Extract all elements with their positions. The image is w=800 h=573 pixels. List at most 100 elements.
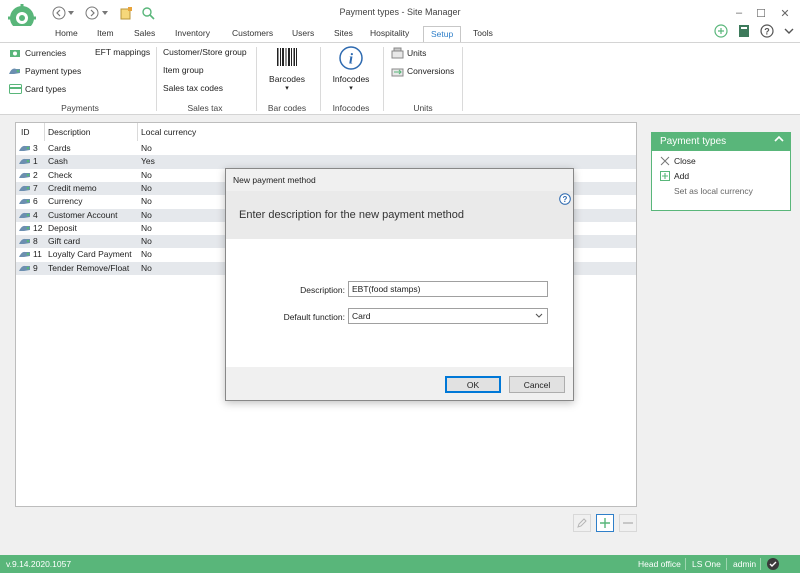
tab-tools[interactable]: Tools [473,28,493,38]
close-window-button[interactable]: ✕ [776,5,794,21]
cell-local-currency: No [141,249,152,260]
ok-button[interactable]: OK [445,376,501,393]
conversions-icon [390,65,404,77]
conversions-button[interactable]: Conversions [390,65,454,77]
panel-close-link[interactable]: Close [660,156,696,166]
payment-type-icon [19,265,30,271]
maximize-button[interactable]: ☐ [752,5,770,21]
minus-icon [623,522,633,524]
column-header-description[interactable]: Description [48,127,91,137]
tab-customers[interactable]: Customers [232,28,273,38]
user-text: admin [733,559,757,569]
dialog-header: Enter description for the new payment me… [226,191,573,239]
add-button[interactable] [596,514,614,532]
delete-button[interactable] [619,514,637,532]
barcodes-dropdown-icon: ▾ [285,85,289,92]
tab-users[interactable]: Users [292,28,314,38]
infocodes-button[interactable]: i Infocodes ▾ [326,46,376,92]
barcode-icon [262,46,312,70]
payment-type-icon [19,172,30,178]
cell-id: 7 [33,182,38,193]
cell-id: 9 [33,262,38,273]
payment-types-label: Payment types [25,66,82,76]
cell-id: 1 [33,156,38,167]
cell-id: 2 [33,169,38,180]
group-label-sales-tax: Sales tax [187,103,223,113]
cell-id: 11 [33,249,42,260]
column-separator [137,123,138,141]
infocodes-label: Infocodes [332,74,370,84]
tab-inventory[interactable]: Inventory [175,28,210,38]
tab-sales[interactable]: Sales [134,28,155,38]
panel-add-label: Add [674,171,690,181]
cell-description: Customer Account [48,209,118,220]
cell-local-currency: No [141,262,152,273]
cell-description: Credit memo [48,182,97,193]
svg-text:i: i [349,52,354,68]
panel-set-local-link[interactable]: Set as local currency [674,186,753,196]
item-group-button[interactable]: Item group [163,65,204,75]
currencies-button[interactable]: Currencies [8,47,66,59]
cell-local-currency: No [141,236,152,247]
ribbon-separator [156,47,157,111]
column-header-local-currency[interactable]: Local currency [141,127,196,137]
help-icon[interactable]: ? [759,23,775,39]
payment-type-icon [19,252,30,258]
payment-type-icon [19,159,30,165]
table-row[interactable]: 1 Cash Yes [16,155,636,169]
cancel-button[interactable]: Cancel [509,376,565,393]
cell-description: Cards [48,143,71,153]
tab-setup[interactable]: Setup [423,26,462,42]
ribbon-separator [320,47,321,111]
cell-local-currency: No [141,169,152,180]
ribbon-separator [383,47,384,111]
tab-sites[interactable]: Sites [334,28,353,38]
collapse-ribbon-icon[interactable] [781,23,797,39]
barcodes-button[interactable]: Barcodes ▾ [262,46,312,92]
card-types-icon [8,83,22,95]
tab-home[interactable]: Home [55,28,78,38]
ribbon-separator [256,47,257,111]
customer-store-group-button[interactable]: Customer/Store group [163,47,247,57]
minimize-button[interactable]: – [730,5,748,21]
sales-tax-codes-button[interactable]: Sales tax codes [163,83,223,93]
table-row[interactable]: 3 Cards No [16,142,636,155]
payment-type-icon [19,145,30,151]
book-icon[interactable] [736,23,752,39]
default-function-select[interactable]: Card [348,308,548,324]
dialog-heading: Enter description for the new payment me… [239,209,465,221]
units-label: Units [407,48,427,58]
payment-types-button[interactable]: Payment types [8,65,81,77]
eft-mappings-button[interactable]: EFT mappings [95,47,150,57]
tab-item[interactable]: Item [97,28,114,38]
tab-hospitality[interactable]: Hospitality [370,28,409,38]
panel-add-link[interactable]: Add [660,171,689,181]
description-input[interactable]: EBT(food stamps) [348,281,548,297]
add-circle-icon[interactable] [713,23,729,39]
column-header-id[interactable]: ID [21,127,30,137]
status-separator [685,558,686,570]
edit-button[interactable] [573,514,591,532]
group-label-infocodes: Infocodes [332,103,370,113]
units-button[interactable]: Units [390,47,426,59]
ribbon: Currencies Payment types Card types EFT … [0,42,800,115]
collapse-panel-icon[interactable] [774,135,784,146]
product-text: LS One [692,559,721,569]
panel-header: Payment types [652,133,790,151]
description-label: Description: [300,285,345,295]
location-text: Head office [638,559,681,569]
help-icon[interactable]: ? [559,193,571,205]
svg-text:?: ? [764,27,770,37]
sales-tax-codes-label: Sales tax codes [163,83,224,93]
payment-type-icon [19,199,30,205]
cell-description: Deposit [48,222,77,233]
payment-types-icon [8,65,22,77]
currencies-label: Currencies [25,48,67,58]
payment-type-icon [19,212,30,218]
payment-types-panel: Payment types Close Add Set as local cur… [651,132,791,211]
title-bar: Payment types - Site Manager – ☐ ✕ [0,0,800,32]
barcodes-label: Barcodes [269,74,305,84]
card-types-button[interactable]: Card types [8,83,66,95]
cell-id: 12 [33,222,43,233]
cell-local-currency: Yes [141,156,155,167]
